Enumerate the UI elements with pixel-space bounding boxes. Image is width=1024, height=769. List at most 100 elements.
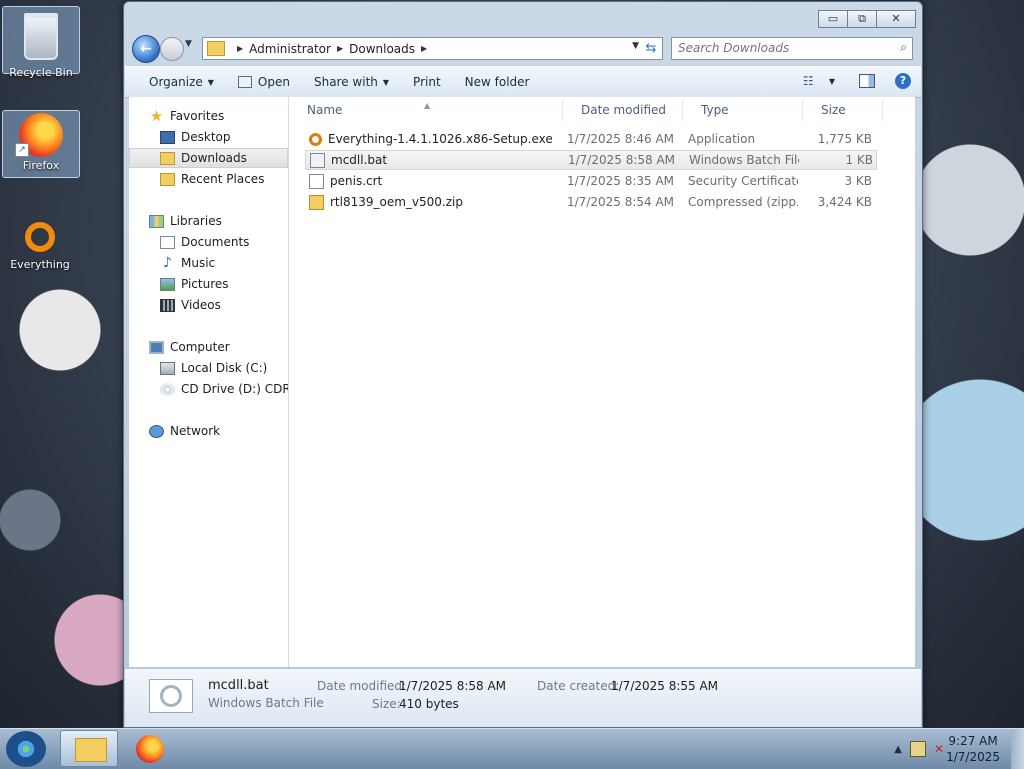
music-icon: ♪ bbox=[163, 254, 172, 271]
everything-icon bbox=[25, 222, 55, 252]
file-date: 1/7/2025 8:46 AM bbox=[567, 132, 675, 146]
desktop-icon-recycle-bin[interactable]: Recycle Bin bbox=[2, 6, 80, 79]
nav-recent-places[interactable]: Recent Places bbox=[129, 169, 288, 189]
column-header-size[interactable]: Size bbox=[803, 99, 883, 121]
address-bar[interactable]: ▶ Administrator ▶ Downloads ▶ ▼ bbox=[202, 37, 644, 60]
change-view-icon[interactable]: ☷ bbox=[803, 74, 819, 88]
nav-network-label: Network bbox=[170, 424, 221, 438]
chevron-down-icon: ▼ bbox=[207, 77, 214, 87]
file-type: Compressed (zipp... bbox=[688, 195, 798, 209]
search-icon[interactable]: ⌕ bbox=[900, 40, 907, 55]
taskbar-explorer-button[interactable] bbox=[60, 730, 118, 767]
sort-ascending-icon: ▲ bbox=[424, 101, 431, 110]
breadcrumb-administrator[interactable]: Administrator bbox=[249, 42, 331, 56]
chevron-right-icon[interactable]: ▶ bbox=[421, 44, 427, 53]
nav-pictures[interactable]: Pictures bbox=[129, 274, 288, 294]
column-header-type[interactable]: Type bbox=[683, 99, 803, 121]
recent-pages-dropdown[interactable]: ▼ bbox=[185, 39, 192, 49]
desktop-icon-firefox[interactable]: ↗ Firefox bbox=[2, 110, 80, 178]
system-tray: ▲ ✕ bbox=[894, 741, 948, 757]
forward-button[interactable] bbox=[160, 37, 184, 61]
star-icon: ★ bbox=[149, 106, 164, 125]
start-button[interactable] bbox=[6, 731, 46, 767]
nav-local-disk[interactable]: Local Disk (C:) bbox=[129, 358, 288, 378]
clock[interactable]: 9:27 AM 1/7/2025 bbox=[946, 733, 1000, 765]
search-input[interactable] bbox=[672, 38, 889, 57]
recycle-bin-label: Recycle Bin bbox=[9, 66, 73, 79]
file-thumbnail bbox=[149, 679, 193, 713]
nav-favorites-label: Favorites bbox=[170, 109, 225, 123]
file-row[interactable]: rtl8139_oem_v500.zip 1/7/2025 8:54 AM Co… bbox=[305, 192, 877, 212]
desktop-icon-everything[interactable]: Everything bbox=[2, 214, 78, 280]
file-name-cell: mcdll.bat bbox=[306, 152, 568, 168]
nav-videos[interactable]: Videos bbox=[129, 295, 288, 315]
file-date: 1/7/2025 8:54 AM bbox=[567, 195, 675, 209]
column-size-label: Size bbox=[821, 103, 846, 117]
command-bar-right: ☷ ▼ ? bbox=[803, 73, 911, 89]
preview-pane-icon[interactable] bbox=[859, 74, 875, 88]
file-date: 1/7/2025 8:58 AM bbox=[568, 153, 676, 167]
taskbar-firefox-button[interactable] bbox=[122, 730, 180, 767]
file-type: Application bbox=[688, 132, 756, 146]
action-center-icon[interactable] bbox=[910, 741, 926, 757]
videos-icon bbox=[160, 298, 175, 312]
nav-desktop[interactable]: Desktop bbox=[129, 127, 288, 147]
column-header-date[interactable]: Date modified bbox=[563, 99, 683, 121]
column-header-name[interactable]: Name ▲ bbox=[289, 99, 563, 121]
nav-libraries[interactable]: Libraries bbox=[129, 211, 288, 231]
chevron-right-icon[interactable]: ▶ bbox=[337, 44, 343, 53]
file-row-selected[interactable]: mcdll.bat 1/7/2025 8:58 AM Windows Batch… bbox=[305, 150, 877, 170]
column-date-label: Date modified bbox=[581, 103, 667, 117]
help-icon[interactable]: ? bbox=[895, 73, 911, 89]
file-row[interactable]: penis.crt 1/7/2025 8:35 AM Security Cert… bbox=[305, 171, 877, 191]
file-row[interactable]: Everything-1.4.1.1026.x86-Setup.exe 1/7/… bbox=[305, 129, 877, 149]
clock-date: 1/7/2025 bbox=[946, 750, 1000, 764]
nav-cd-drive[interactable]: CD Drive (D:) CDROM bbox=[129, 379, 288, 399]
new-folder-button[interactable]: New folder bbox=[453, 75, 542, 89]
organize-button[interactable]: Organize ▼ bbox=[137, 75, 226, 89]
open-button[interactable]: Open bbox=[226, 75, 302, 89]
nav-documents[interactable]: Documents bbox=[129, 232, 288, 252]
nav-music[interactable]: ♪ Music bbox=[129, 253, 288, 273]
file-name: Everything-1.4.1.1026.x86-Setup.exe bbox=[328, 132, 553, 146]
show-desktop-button[interactable] bbox=[1011, 729, 1024, 769]
file-name-cell: penis.crt bbox=[305, 173, 567, 189]
gear-icon bbox=[160, 685, 182, 707]
nav-local-disk-label: Local Disk (C:) bbox=[181, 361, 268, 375]
pictures-icon bbox=[160, 277, 175, 291]
details-file-name: mcdll.bat bbox=[208, 678, 269, 693]
back-button[interactable]: ← bbox=[132, 35, 160, 63]
chevron-down-icon: ▼ bbox=[382, 77, 390, 87]
certificate-icon bbox=[309, 173, 324, 189]
share-with-label: Share with bbox=[313, 75, 378, 89]
print-button[interactable]: Print bbox=[401, 75, 453, 89]
date-modified-label: Date modified: bbox=[317, 679, 407, 693]
everything-label: Everything bbox=[10, 258, 70, 271]
view-options-dropdown-icon[interactable]: ▼ bbox=[829, 77, 835, 86]
minimize-button[interactable]: ▭ bbox=[818, 10, 848, 28]
nav-network[interactable]: Network bbox=[129, 421, 288, 441]
window-controls: ▭ ⧉ ✕ bbox=[818, 10, 916, 28]
address-dropdown-icon[interactable]: ▼ bbox=[632, 41, 639, 51]
chevron-right-icon[interactable]: ▶ bbox=[237, 44, 243, 53]
shortcut-arrow-icon: ↗ bbox=[15, 143, 29, 157]
breadcrumb-downloads[interactable]: Downloads bbox=[349, 42, 415, 56]
nav-downloads[interactable]: Downloads bbox=[129, 148, 288, 168]
nav-favorites[interactable]: ★ Favorites bbox=[129, 106, 288, 126]
nav-desktop-label: Desktop bbox=[181, 130, 231, 144]
nav-computer[interactable]: Computer bbox=[129, 337, 288, 357]
column-type-label: Type bbox=[701, 103, 729, 117]
show-hidden-icons-icon[interactable]: ▲ bbox=[894, 744, 902, 755]
details-file-type: Windows Batch File bbox=[208, 696, 324, 710]
file-type: Windows Batch File bbox=[689, 153, 799, 167]
share-with-button[interactable]: Share with ▼ bbox=[302, 75, 401, 89]
close-button[interactable]: ✕ bbox=[876, 10, 916, 28]
nav-recent-places-label: Recent Places bbox=[181, 172, 265, 186]
folder-icon bbox=[207, 41, 225, 56]
refresh-button[interactable]: ⇆ bbox=[640, 37, 663, 60]
firefox-label: Firefox bbox=[22, 159, 60, 172]
search-box[interactable]: ⌕ bbox=[671, 37, 913, 60]
file-list: Name ▲ Date modified Type Size Everythin… bbox=[289, 97, 915, 667]
size-label: Size: bbox=[372, 697, 401, 711]
maximize-button[interactable]: ⧉ bbox=[847, 10, 877, 28]
